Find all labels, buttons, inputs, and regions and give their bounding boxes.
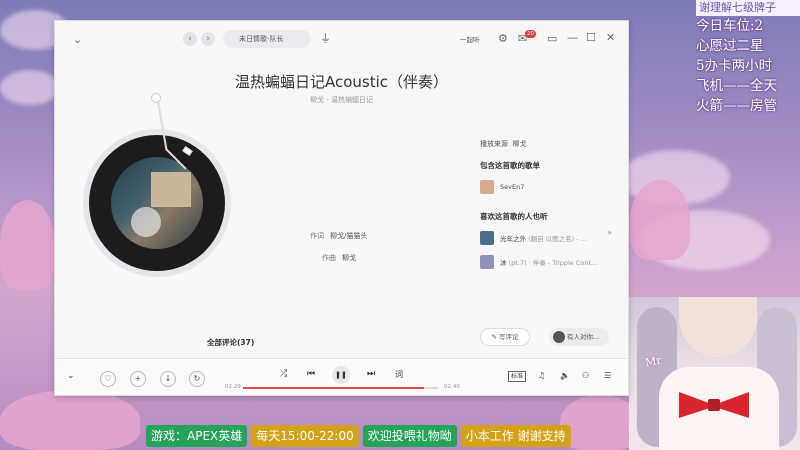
music-player-window: ⌄ ‹ › ⌕ ⏚ 一起听 ⚙ ✉ 20 ▭ — ☐ ✕ 温热蝙蝠日记Acous… bbox=[54, 20, 629, 396]
red-bow bbox=[679, 392, 749, 422]
progress-fill bbox=[243, 387, 425, 389]
blossom-tree bbox=[0, 200, 55, 290]
stream-banner: 游戏：APEX英雄 每天15:00-22:00 欢迎投喂礼物呦 小本工作 谢谢支… bbox=[146, 425, 571, 447]
recommended-song[interactable]: 沐 (pt.7) · 伴奏 - Tripple Cont... bbox=[480, 254, 620, 270]
playlist-queue-icon[interactable]: ☰ bbox=[604, 371, 611, 380]
overlay-line: 谢理解七级牌子 bbox=[696, 0, 800, 16]
banner-schedule: 每天15:00-22:00 bbox=[251, 425, 359, 447]
stream-info-overlay: 谢理解七级牌子 今日车位:2 心愿过二星 5办卡两小时 飞机——全天 火箭——房… bbox=[696, 0, 800, 116]
album-cover-detail bbox=[151, 172, 191, 207]
song-thumbnail bbox=[480, 255, 494, 269]
playlists-heading: 包含这首歌的歌单 bbox=[480, 161, 540, 170]
previous-track-icon[interactable]: ⏮ bbox=[307, 369, 315, 379]
overlay-line: 心愿过二星 bbox=[696, 38, 764, 54]
close-icon[interactable]: ✕ bbox=[606, 31, 615, 45]
progress-bar[interactable] bbox=[243, 387, 438, 389]
search-input[interactable] bbox=[223, 30, 311, 48]
settings-gear-icon[interactable]: ⚙ bbox=[498, 32, 508, 46]
pause-button[interactable]: ❚❚ bbox=[332, 366, 350, 384]
blossom-tree bbox=[0, 390, 140, 450]
album-cover bbox=[111, 157, 203, 249]
banner-game: 游戏：APEX英雄 bbox=[146, 425, 248, 447]
current-time: 02:29 bbox=[225, 384, 241, 390]
tonearm-pivot bbox=[151, 93, 161, 103]
collapse-player-chevron-icon[interactable]: ⌄ bbox=[67, 371, 75, 381]
write-comment-button[interactable]: ✎ 写评论 bbox=[480, 328, 530, 346]
source-value[interactable]: 柳戈 bbox=[512, 140, 526, 148]
comments-heading[interactable]: 全部评论(37) bbox=[207, 337, 254, 348]
rec-song-sub: (翻自 以图之名) - ... bbox=[528, 235, 587, 243]
playlist-thumbnail bbox=[480, 180, 494, 194]
recommended-song[interactable]: 光年之外 (翻自 以图之名) - ... bbox=[480, 230, 620, 246]
fans-also-listen-heading: 喜欢这首歌的人也听 bbox=[480, 212, 548, 221]
webcam-figure bbox=[679, 297, 757, 357]
minimize-icon[interactable]: — bbox=[567, 31, 578, 45]
listen-together-icon[interactable]: ⚇ bbox=[582, 371, 589, 380]
mini-player-icon[interactable]: ▭ bbox=[547, 32, 557, 46]
sound-effect-icon[interactable]: ♫ bbox=[538, 371, 545, 380]
quality-button[interactable]: 标准 bbox=[508, 371, 527, 382]
add-to-playlist-icon[interactable]: + bbox=[130, 371, 146, 387]
song-title: 温热蝙蝠日记Acoustic（伴奏） bbox=[234, 73, 449, 91]
album-cover-detail bbox=[131, 207, 161, 237]
listen-together-button[interactable]: 一起听 bbox=[460, 34, 480, 44]
blossom-tree bbox=[560, 395, 640, 450]
overlay-line: 今日车位:2 bbox=[696, 18, 764, 34]
composer-value: 柳戈 bbox=[342, 254, 356, 262]
lyricist-value: 柳戈/猫猫头 bbox=[330, 232, 368, 240]
listener-text: 有人对你... bbox=[567, 333, 600, 341]
total-time: 02:40 bbox=[444, 384, 460, 390]
overlay-line: 火箭——房管 bbox=[696, 98, 777, 114]
maximize-icon[interactable]: ☐ bbox=[586, 31, 596, 45]
download-icon[interactable]: ↓ bbox=[160, 371, 176, 387]
overlay-line: 5办卡两小时 bbox=[696, 58, 773, 74]
lyricist-label: 作词 bbox=[310, 232, 324, 240]
avatar bbox=[553, 331, 565, 343]
cloud bbox=[0, 70, 60, 105]
banner-gift: 欢迎投喂礼物呦 bbox=[362, 425, 457, 447]
share-icon[interactable]: ↻ bbox=[189, 371, 205, 387]
shuffle-icon[interactable]: ⤮ bbox=[280, 369, 287, 379]
rec-song-title: 光年之外 bbox=[500, 235, 526, 243]
composer-label: 作曲 bbox=[322, 254, 336, 262]
rec-song-title: 沐 bbox=[500, 259, 507, 267]
song-side-panel: 播放来源 柳戈 包含这首歌的歌单 SevEn7 喜欢这首歌的人也听 » 光年之外… bbox=[480, 139, 620, 270]
player-bar: ⌄ ♡ + ↓ ↻ ⤮ ⏮ ❚❚ ⏭ 词 02:29 02:40 标准 ♫ 🔈 … bbox=[55, 358, 628, 395]
collapse-chevron-icon[interactable]: ⌄ bbox=[73, 33, 82, 47]
banner-support: 小本工作 谢谢支持 bbox=[460, 425, 571, 447]
next-track-icon[interactable]: ⏭ bbox=[367, 369, 375, 379]
song-artist-album[interactable]: 柳戈 - 温热蝙蝠日记 bbox=[55, 95, 628, 105]
playlist-item[interactable]: SevEn7 bbox=[480, 179, 620, 195]
listener-pill[interactable]: 有人对你... bbox=[549, 328, 609, 346]
like-heart-icon[interactable]: ♡ bbox=[100, 371, 116, 387]
lyrics-button[interactable]: 词 bbox=[395, 369, 403, 380]
rec-song-sub: (pt.7) · 伴奏 - Tripple Cont... bbox=[508, 259, 598, 267]
voice-search-icon[interactable]: ⏚ bbox=[320, 32, 331, 46]
webcam-feed: Mr bbox=[629, 297, 800, 450]
playlist-name: SevEn7 bbox=[500, 183, 525, 191]
blossom-tree bbox=[630, 180, 690, 260]
volume-icon[interactable]: 🔈 bbox=[560, 371, 570, 380]
write-comment-label: 写评论 bbox=[499, 333, 519, 341]
title-bar: ⌄ ‹ › ⌕ ⏚ 一起听 ⚙ ✉ 20 ▭ — ☐ ✕ bbox=[55, 21, 628, 57]
overlay-line: 飞机——全天 bbox=[696, 78, 777, 94]
back-button[interactable]: ‹ bbox=[183, 32, 197, 46]
song-thumbnail bbox=[480, 231, 494, 245]
forward-button[interactable]: › bbox=[201, 32, 215, 46]
more-chevron-icon[interactable]: » bbox=[607, 228, 612, 237]
source-label: 播放来源 bbox=[480, 140, 508, 148]
message-badge: 20 bbox=[525, 30, 536, 38]
song-credits: 作词 柳戈/猫猫头 作曲 柳戈 bbox=[310, 225, 367, 269]
